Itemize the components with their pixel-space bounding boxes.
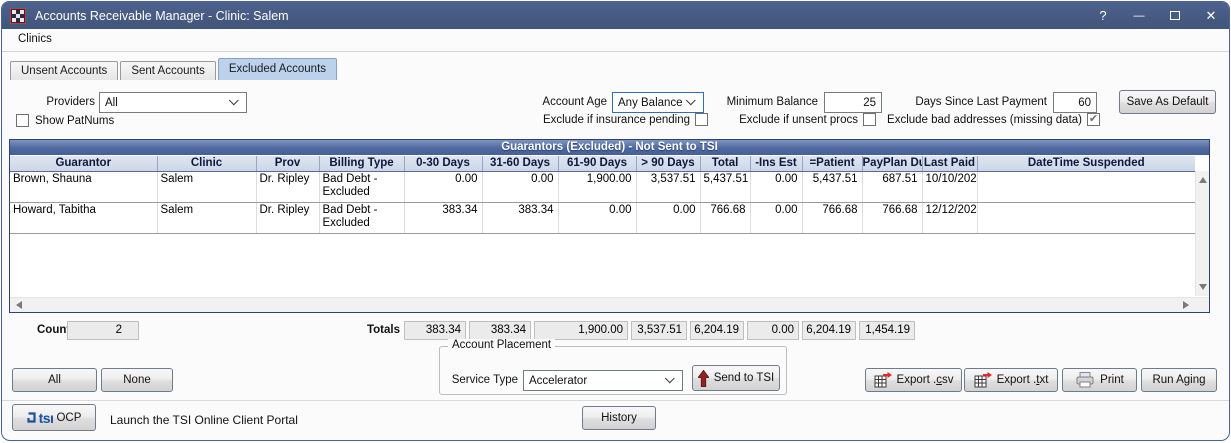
scroll-down-icon[interactable]: [1199, 284, 1207, 290]
launch-portal-text: Launch the TSI Online Client Portal: [110, 413, 298, 427]
service-type-select[interactable]: Accelerator: [523, 370, 683, 391]
column-header: 31-60 Days: [482, 156, 558, 171]
save-as-default-button[interactable]: Save As Default: [1119, 90, 1216, 114]
minimize-icon: —: [1134, 10, 1145, 22]
scroll-left-icon[interactable]: [16, 301, 22, 309]
column-header: Last Paid: [922, 156, 977, 171]
scroll-up-icon[interactable]: [1199, 177, 1207, 183]
menu-clinics[interactable]: Clinics: [18, 33, 52, 45]
account-age-value: Any Balance: [618, 97, 683, 109]
send-to-tsi-button[interactable]: Send to TSI: [692, 365, 780, 391]
maximize-icon: [1170, 11, 1180, 20]
tsi-ocp-button[interactable]: tsı OCP: [12, 404, 96, 431]
ocp-label: OCP: [56, 412, 81, 424]
tab-excluded-accounts[interactable]: Excluded Accounts: [218, 58, 337, 80]
column-header: > 90 Days: [636, 156, 700, 171]
total-value: 3,537.51: [631, 321, 687, 340]
exclude-bad-addresses-checkbox[interactable]: ✔: [1087, 113, 1100, 126]
export-table-icon: [874, 372, 892, 388]
close-button[interactable]: ✕: [1193, 2, 1229, 29]
help-button[interactable]: ?: [1085, 2, 1121, 29]
export-csv-button[interactable]: Export .csv: [865, 368, 962, 392]
column-header: =Patient: [802, 156, 862, 171]
tab-unsent-accounts[interactable]: Unsent Accounts: [10, 61, 118, 80]
column-header: Total: [700, 156, 750, 171]
window-title: Accounts Receivable Manager - Clinic: Sa…: [35, 9, 289, 23]
service-type-value: Accelerator: [529, 375, 587, 387]
maximize-button[interactable]: [1157, 2, 1193, 29]
show-patnums-checkbox[interactable]: [16, 114, 29, 127]
column-header: 61-90 Days: [558, 156, 636, 171]
total-value: 1,454.19: [859, 321, 915, 340]
column-header: Prov: [256, 156, 319, 171]
account-placement-label: Account Placement: [448, 339, 555, 351]
column-header: DateTime Suspended: [977, 156, 1195, 171]
history-button[interactable]: History: [582, 406, 656, 430]
chevron-down-icon: [665, 373, 675, 383]
title-bar: Accounts Receivable Manager - Clinic: Sa…: [2, 2, 1229, 29]
totals-row: 383.34 383.34 1,900.00 3,537.51 6,204.19…: [404, 321, 915, 340]
run-aging-button[interactable]: Run Aging: [1141, 368, 1217, 392]
minimize-button[interactable]: —: [1121, 2, 1157, 29]
checkmark-icon: ✔: [1089, 113, 1098, 125]
none-button[interactable]: None: [101, 368, 173, 392]
account-age-label: Account Age: [502, 96, 607, 108]
export-table-icon: [974, 372, 992, 388]
footer-divider: [2, 400, 1229, 401]
grid-header-row: Guarantor Clinic Prov Billing Type 0-30 …: [10, 156, 1195, 171]
tsi-logo-icon: [27, 412, 36, 423]
minimum-balance-input[interactable]: [824, 92, 882, 113]
days-since-last-payment-input[interactable]: [1053, 92, 1097, 113]
scroll-right-icon[interactable]: [1183, 301, 1189, 309]
column-header: 0-30 Days: [404, 156, 482, 171]
table-row[interactable]: Howard, Tabitha Salem Dr. Ripley Bad Deb…: [10, 202, 1195, 233]
account-age-select[interactable]: Any Balance: [612, 92, 704, 113]
providers-select[interactable]: All: [99, 92, 247, 113]
exclude-bad-addresses-label: Exclude bad addresses (missing data): [862, 114, 1082, 126]
column-header: -Ins Est: [750, 156, 802, 171]
count-value: 2: [67, 321, 139, 340]
up-arrow-icon: [698, 370, 709, 387]
total-value: 383.34: [469, 321, 531, 340]
tsi-logo-text: tsı: [39, 410, 54, 426]
total-value: 383.34: [404, 321, 466, 340]
tab-strip: Unsent Accounts Sent Accounts Excluded A…: [10, 58, 339, 80]
exclude-unsent-procs-label: Exclude if unsent procs: [702, 114, 858, 126]
grid-table: Guarantor Clinic Prov Billing Type 0-30 …: [10, 156, 1195, 234]
guarantors-grid: Guarantors (Excluded) - Not Sent to TSI …: [9, 139, 1210, 313]
column-header: Guarantor: [10, 156, 157, 171]
show-patnums-label: Show PatNums: [35, 115, 114, 127]
count-label: Count: [37, 324, 70, 336]
chevron-down-icon: [229, 95, 239, 105]
service-type-label: Service Type: [442, 374, 518, 386]
exclude-insurance-pending-label: Exclude if insurance pending: [522, 114, 690, 126]
total-value: 6,204.19: [802, 321, 856, 340]
table-row[interactable]: Brown, Shauna Salem Dr. Ripley Bad Debt …: [10, 171, 1195, 202]
totals-label: Totals: [342, 324, 400, 336]
total-value: 0.00: [747, 321, 799, 340]
providers-value: All: [105, 97, 118, 109]
grid-title: Guarantors (Excluded) - Not Sent to TSI: [10, 140, 1209, 156]
days-since-last-payment-label: Days Since Last Payment: [882, 96, 1047, 108]
column-header: Clinic: [157, 156, 256, 171]
vertical-scrollbar[interactable]: [1195, 171, 1209, 296]
horizontal-scrollbar[interactable]: [10, 297, 1209, 312]
app-icon: [10, 8, 26, 24]
total-value: 6,204.19: [690, 321, 744, 340]
print-button[interactable]: Print: [1062, 368, 1137, 392]
app-window: Accounts Receivable Manager - Clinic: Sa…: [1, 1, 1230, 441]
column-header: PayPlan Due: [862, 156, 922, 171]
minimum-balance-label: Minimum Balance: [692, 96, 818, 108]
tab-sent-accounts[interactable]: Sent Accounts: [120, 61, 216, 80]
printer-icon: [1075, 372, 1095, 388]
all-button[interactable]: All: [12, 368, 97, 392]
total-value: 1,900.00: [534, 321, 628, 340]
providers-label: Providers: [22, 96, 95, 108]
menu-bar: Clinics: [2, 29, 1229, 52]
column-header: Billing Type: [319, 156, 404, 171]
export-txt-button[interactable]: Export .txt: [964, 368, 1058, 392]
